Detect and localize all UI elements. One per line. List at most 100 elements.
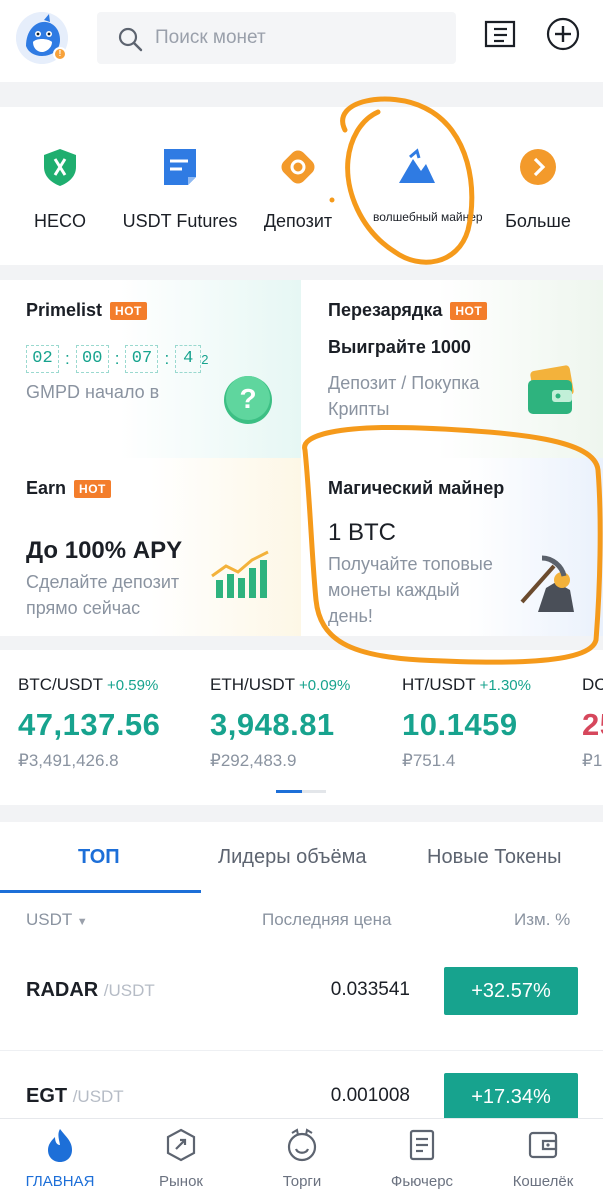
ticker-price: 3,948.81: [210, 707, 335, 742]
nav-label: Рынок: [159, 1173, 203, 1190]
tab-volume-leaders[interactable]: Лидеры объёма: [218, 846, 367, 869]
shortcut-label-deposit: Депозит: [263, 211, 333, 231]
ticker-change: +0.09%: [299, 677, 351, 694]
search-bar[interactable]: Поиск монет: [97, 12, 456, 64]
pickaxe-icon: [520, 555, 574, 612]
symbol-text: RADAR: [26, 979, 99, 1001]
market-icon: [166, 1128, 196, 1162]
quote-text: /USDT: [103, 981, 155, 1000]
pager-active-dot: [276, 790, 302, 793]
shortcut-more[interactable]: [518, 147, 558, 187]
search-placeholder: Поиск монет: [155, 27, 266, 48]
card-headline: 1 BTC: [328, 519, 397, 546]
card-magic-miner[interactable]: Магический майнер 1 BTC Получайте топовы…: [302, 458, 603, 636]
card-recharge[interactable]: Перезарядка HOT Выиграйте 1000 Депозит / …: [302, 280, 603, 458]
hot-badge: HOT: [74, 479, 111, 498]
row-change-badge[interactable]: +17.34%: [444, 1073, 578, 1121]
add-circle-icon[interactable]: [545, 16, 581, 52]
timer-tail: 2: [201, 351, 209, 367]
wallet-icon: [528, 1131, 558, 1159]
nav-wallet[interactable]: Кошелёк: [493, 1127, 593, 1190]
promo-cards: Primelist HOT 02: 00: 07: 42 GMPD начало …: [0, 280, 603, 636]
timer-fraction: 4: [175, 345, 202, 373]
col-last-price: Последняя цена: [262, 910, 392, 929]
question-coin-icon: ?: [224, 376, 272, 424]
ticker-price: 10.1459: [402, 707, 518, 742]
shortcut-usdt-futures[interactable]: [160, 147, 200, 187]
ticker-price: 47,137.56: [18, 707, 161, 742]
card-title: Магический майнер: [328, 478, 505, 498]
timer-hours: 02: [26, 345, 59, 373]
messages-icon[interactable]: [482, 16, 518, 52]
row-price: 0.001008: [330, 1085, 410, 1106]
growth-chart-icon: [211, 550, 269, 598]
caret-down-icon: ▼: [76, 916, 88, 928]
futures-icon: [409, 1129, 435, 1161]
mountain-icon: [399, 148, 435, 183]
table-row[interactable]: EGT /USDT 0.001008 +17.34%: [0, 1050, 603, 1121]
card-subtitle: Получайте топовые монеты каждый день!: [328, 554, 493, 626]
quote-selector-label: USDT: [26, 910, 72, 929]
shortcut-label-futures: USDT Futures: [122, 211, 238, 231]
ticker-btc[interactable]: BTC/USDT +0.59% 47,137.56 ₽3,491,426.8: [18, 675, 160, 771]
row-symbol: EGT /USDT: [26, 1085, 124, 1108]
shortcut-heco[interactable]: [40, 147, 80, 187]
ticker-ht[interactable]: HT/USDT +1.30% 10.1459 ₽751.4: [402, 675, 531, 771]
ticker-price: 25: [582, 707, 603, 742]
ticker-pair: DC: [582, 675, 603, 694]
card-subtitle: Депозит / Покупка Крипты: [328, 373, 480, 419]
ticker-fiat: ₽751.4: [402, 751, 456, 770]
search-icon: [118, 27, 143, 52]
timer-minutes: 00: [75, 345, 109, 373]
card-title: Перезарядка: [328, 300, 443, 320]
heco-icon: [44, 149, 76, 186]
col-change: Изм. %: [514, 910, 571, 929]
ticker-eth[interactable]: ETH/USDT +0.09% 3,948.81 ₽292,483.9: [210, 675, 350, 771]
card-title: Earn: [26, 478, 67, 498]
card-title: Primelist: [26, 300, 103, 320]
ticker-pair: BTC/USDT: [18, 675, 103, 694]
tab-new-tokens[interactable]: Новые Токены: [427, 846, 562, 869]
ticker-pair: ETH/USDT: [210, 675, 295, 694]
quote-selector[interactable]: USDT ▼: [26, 910, 88, 930]
shortcut-bar: HECO USDT Futures Депозит волшебный майн…: [0, 107, 603, 265]
trade-icon: [287, 1128, 317, 1162]
row-change-badge[interactable]: +32.57%: [444, 967, 578, 1015]
shortcut-label-more: Больше: [505, 211, 571, 231]
nav-home[interactable]: ГЛАВНАЯ: [10, 1127, 110, 1190]
hot-badge: HOT: [110, 301, 147, 320]
shortcut-deposit[interactable]: [278, 147, 318, 187]
home-flame-icon: [48, 1129, 72, 1162]
nav-market[interactable]: Рынок: [131, 1127, 231, 1190]
ticker-partial[interactable]: DC 25 ₽1: [582, 675, 603, 771]
nav-trade[interactable]: Торги: [252, 1127, 352, 1190]
nav-label: ГЛАВНАЯ: [25, 1173, 95, 1190]
table-row[interactable]: RADAR /USDT 0.033541 +32.57%: [0, 957, 603, 1027]
ticker-fiat: ₽3,491,426.8: [18, 751, 119, 770]
deposit-icon: [281, 150, 315, 184]
nav-label: Кошелёк: [512, 1173, 574, 1190]
nav-label: Фьючерс: [390, 1173, 454, 1190]
nav-label: Торги: [282, 1173, 322, 1190]
card-headline: Выиграйте 1000: [328, 337, 471, 357]
svg-text:?: ?: [239, 383, 256, 414]
card-primelist[interactable]: Primelist HOT 02: 00: 07: 42 GMPD начало …: [0, 280, 301, 458]
timer-seconds: 07: [125, 345, 159, 373]
tab-top[interactable]: ТОП: [78, 846, 120, 869]
shortcut-magic-miner[interactable]: [397, 147, 437, 187]
ticker-fiat: ₽292,483.9: [210, 751, 297, 770]
tab-underline: [0, 890, 201, 893]
quote-text: /USDT: [72, 1087, 124, 1106]
bottom-nav: ГЛАВНАЯ Рынок Торги Фьючерс Кошелёк: [0, 1118, 603, 1200]
symbol-text: EGT: [26, 1085, 68, 1107]
nav-futures[interactable]: Фьючерс: [372, 1127, 472, 1190]
ticker-strip: BTC/USDT +0.59% 47,137.56 ₽3,491,426.8 ET…: [0, 650, 603, 805]
card-earn[interactable]: Earn HOT До 100% APY Сделайте депозит пря…: [0, 458, 301, 636]
hot-badge: HOT: [450, 301, 488, 320]
notification-badge: !: [53, 47, 67, 61]
wallet-card-icon: [528, 365, 574, 414]
ticker-fiat: ₽1: [582, 751, 603, 770]
pager-dot: [302, 790, 326, 793]
market-list: ТОП Лидеры объёма Новые Токены USDT ▼ По…: [0, 822, 603, 1122]
row-price: 0.033541: [330, 979, 410, 1000]
